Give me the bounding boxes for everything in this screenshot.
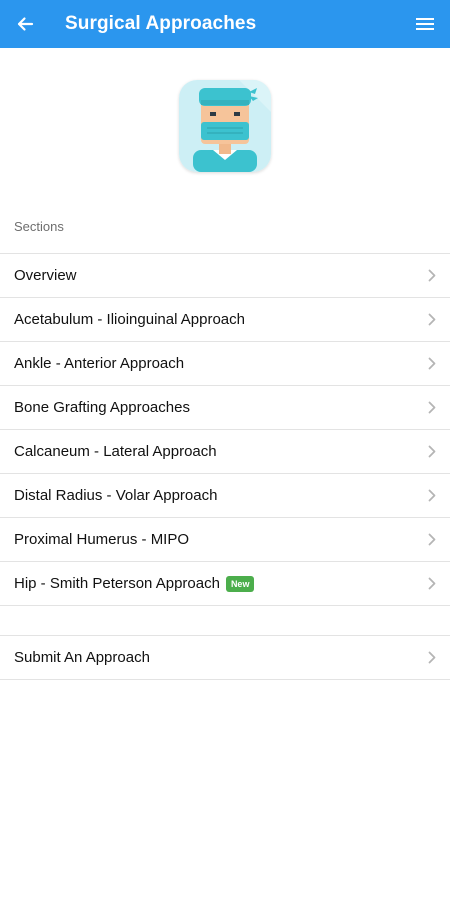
section-item[interactable]: Calcaneum - Lateral Approach	[0, 430, 450, 474]
section-item[interactable]: Acetabulum - Ilioinguinal Approach	[0, 298, 450, 342]
chevron-right-icon	[426, 489, 438, 503]
chevron-right-icon	[426, 651, 438, 665]
submit-approach-label-wrap: Submit An Approach	[14, 649, 426, 666]
section-item[interactable]: Proximal Humerus - MIPO	[0, 518, 450, 562]
chevron-right-icon	[426, 269, 438, 283]
section-item-label-wrap: Overview	[14, 267, 426, 284]
section-item-label: Bone Grafting Approaches	[14, 399, 190, 416]
section-item[interactable]: Ankle - Anterior Approach	[0, 342, 450, 386]
back-button[interactable]	[0, 0, 50, 48]
section-item-label: Hip - Smith Peterson Approach	[14, 575, 220, 592]
new-badge: New	[225, 575, 255, 592]
page-title: Surgical Approaches	[65, 13, 257, 34]
section-item-label: Distal Radius - Volar Approach	[14, 487, 218, 504]
section-item-label: Ankle - Anterior Approach	[14, 355, 185, 372]
section-item-label: Overview	[14, 267, 77, 284]
list-spacer	[0, 606, 450, 636]
section-item[interactable]: Overview	[0, 254, 450, 298]
submit-approach-item[interactable]: Submit An Approach	[0, 636, 450, 680]
chevron-right-icon	[426, 401, 438, 415]
chevron-right-icon	[426, 357, 438, 371]
section-item-label-wrap: Hip - Smith Peterson Approach New	[14, 575, 426, 592]
section-item[interactable]: Distal Radius - Volar Approach	[0, 474, 450, 518]
surgeon-avatar-icon	[179, 80, 271, 172]
section-item-label: Calcaneum - Lateral Approach	[14, 443, 217, 460]
hamburger-menu-icon	[416, 18, 434, 30]
app-bar: Surgical Approaches	[0, 0, 450, 48]
chevron-right-icon	[426, 577, 438, 591]
section-item-label-wrap: Distal Radius - Volar Approach	[14, 487, 426, 504]
chevron-right-icon	[426, 445, 438, 459]
hero	[0, 48, 450, 200]
menu-button[interactable]	[400, 0, 450, 48]
section-item[interactable]: Hip - Smith Peterson Approach New	[0, 562, 450, 606]
section-item-label-wrap: Bone Grafting Approaches	[14, 399, 426, 416]
submit-approach-label: Submit An Approach	[14, 649, 150, 666]
section-item-label: Acetabulum - Ilioinguinal Approach	[14, 311, 245, 328]
section-item-label: Proximal Humerus - MIPO	[14, 531, 190, 548]
section-item-label-wrap: Calcaneum - Lateral Approach	[14, 443, 426, 460]
section-item-label-wrap: Ankle - Anterior Approach	[14, 355, 426, 372]
app-screen: Surgical Approaches Sections Overview Ac…	[0, 0, 450, 900]
chevron-right-icon	[426, 313, 438, 327]
sections-list: Overview Acetabulum - Ilioinguinal Approa…	[0, 254, 450, 606]
chevron-right-icon	[426, 533, 438, 547]
section-item-label-wrap: Proximal Humerus - MIPO	[14, 531, 426, 548]
arrow-left-icon	[17, 17, 34, 31]
sections-header: Sections	[0, 200, 450, 254]
section-item[interactable]: Bone Grafting Approaches	[0, 386, 450, 430]
section-item-label-wrap: Acetabulum - Ilioinguinal Approach	[14, 311, 426, 328]
